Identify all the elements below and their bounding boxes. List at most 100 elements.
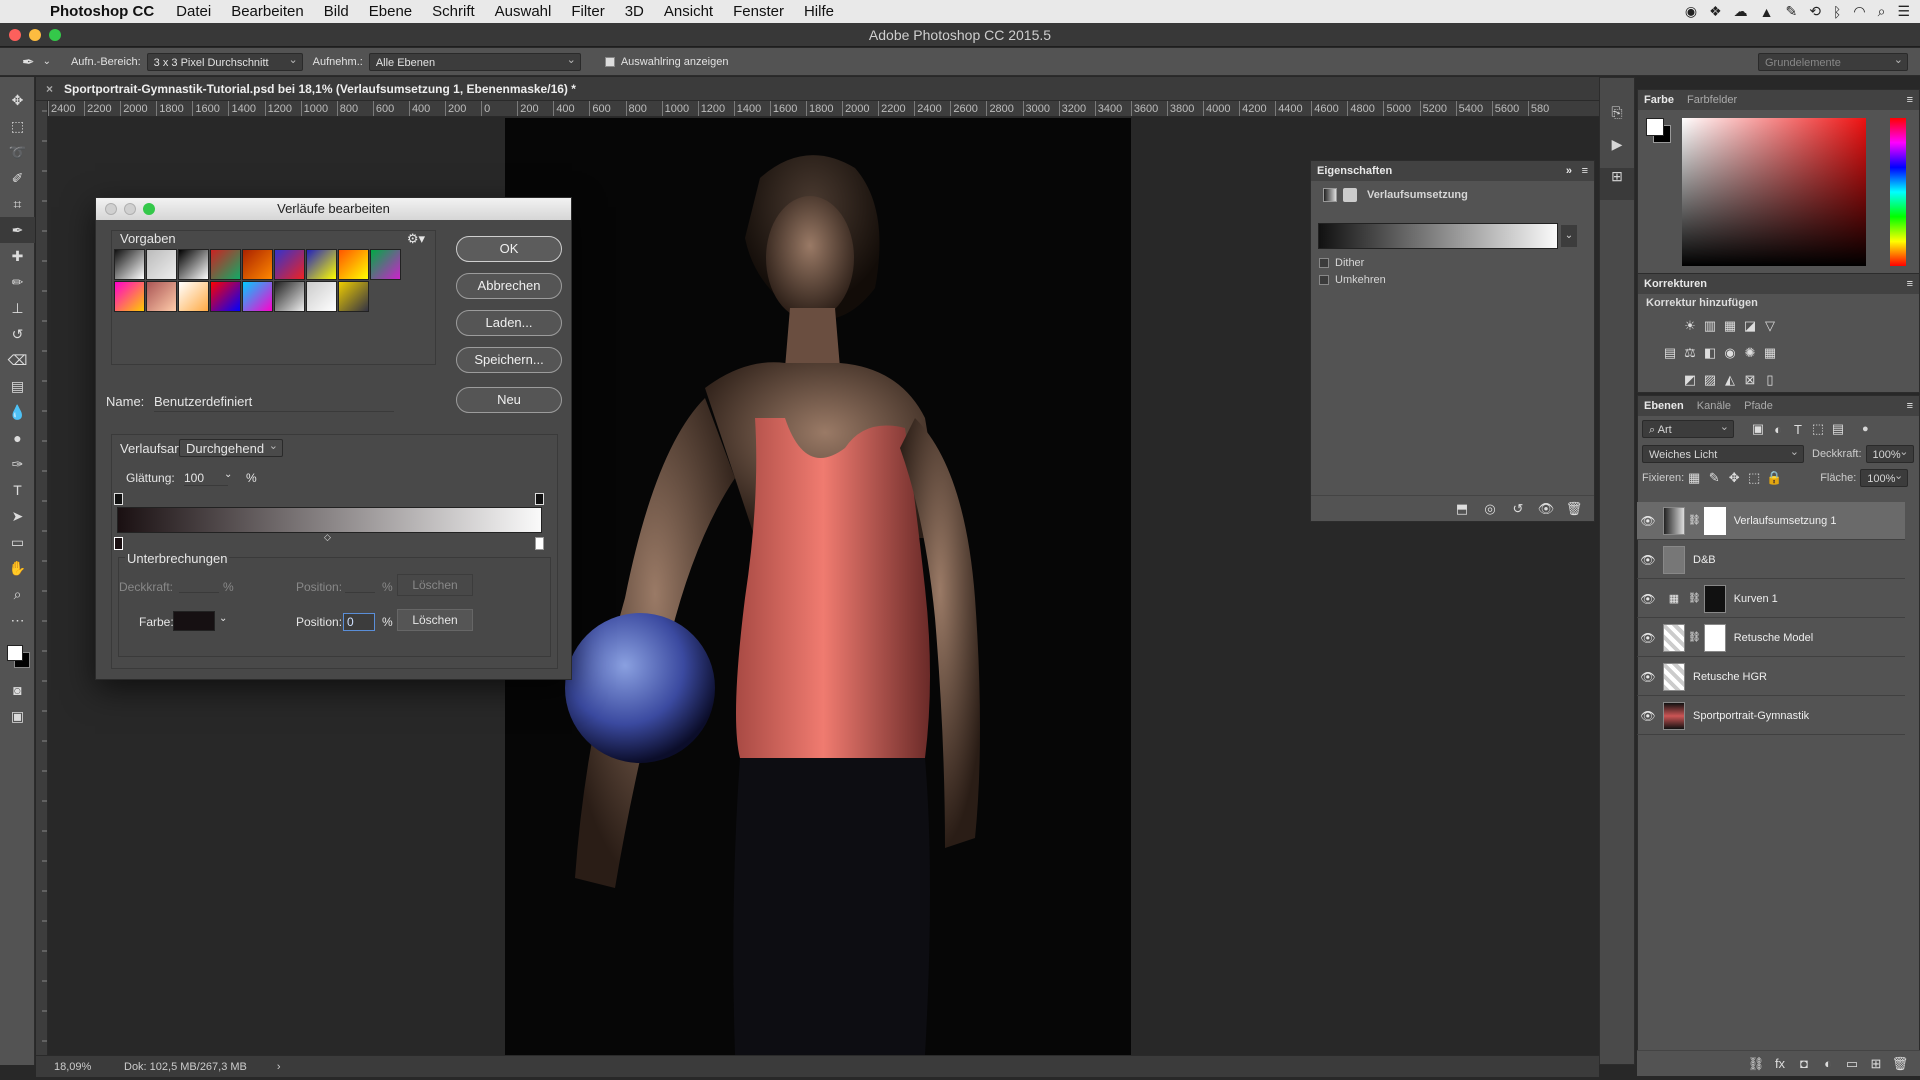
channel-mixer-icon[interactable]: ✺ [1740,340,1760,366]
color-field[interactable] [1682,118,1866,266]
selective-color-icon[interactable]: ⊠ [1740,367,1760,393]
marquee-tool-icon[interactable]: ⬚ [0,113,35,139]
hue-saturation-icon[interactable]: ▤ [1660,340,1680,366]
gradient-preview-bar[interactable] [117,507,542,533]
reverse-checkbox[interactable] [1319,275,1329,286]
gradient-preset-swatch[interactable] [210,249,241,280]
color-balance-icon[interactable]: ⚖ [1680,340,1700,366]
filter-type-icon[interactable]: T [1788,422,1808,437]
document-tab[interactable]: × Sportportrait-Gymnastik-Tutorial.psd b… [36,77,1599,101]
gradient-preset-swatch[interactable] [370,249,401,280]
layer-visibility-eye-icon[interactable]: 👁 [1637,592,1659,606]
delete-opacity-stop-button[interactable]: Löschen [397,574,473,596]
properties-gradient-preview[interactable] [1318,223,1558,249]
gradient-preset-swatch[interactable] [178,281,209,312]
layer-filter-select[interactable]: ⌕ Art [1642,418,1734,438]
quick-mask-icon[interactable]: ◙ [0,677,35,703]
gradient-preset-swatch[interactable] [114,249,145,280]
menu-auswahl[interactable]: Auswahl [495,3,552,20]
gradient-picker-chevron-icon[interactable]: ⌄ [1561,225,1577,247]
cancel-button[interactable]: Abbrechen [456,273,562,299]
exposure-icon[interactable]: ◪ [1740,313,1760,339]
mask-link-icon[interactable]: ⛓ [1688,593,1701,604]
presets-gear-icon[interactable]: ⚙▾ [407,231,425,247]
lock-artboard-icon[interactable]: ⬚ [1744,470,1764,486]
notification-center-icon[interactable]: ☰ [1897,3,1910,20]
gradient-type-select[interactable]: Durchgehend [179,437,283,457]
levels-icon[interactable]: ▥ [1700,313,1720,339]
time-machine-icon[interactable]: ⟲ [1809,3,1821,20]
stop-color-position-input[interactable]: 0 [343,613,375,631]
layer-row-retouch-background[interactable]: 👁 Retusche HGR [1637,658,1905,696]
stop-opacity-position-input[interactable] [345,592,375,593]
dropbox-icon[interactable]: ❖ [1709,3,1722,20]
filter-smart-object-icon[interactable]: ▤ [1828,421,1848,437]
opacity-stop-right[interactable] [535,493,544,505]
ok-button[interactable]: OK [456,236,562,262]
menu-ansicht[interactable]: Ansicht [664,3,713,20]
blend-mode-select[interactable]: Weiches Licht [1642,443,1804,463]
stop-color-swatch[interactable] [173,611,215,631]
workspace-select[interactable]: Grundelemente [1758,51,1908,71]
record-icon[interactable]: ◉ [1685,3,1697,20]
quick-selection-tool-icon[interactable]: ✐ [0,165,35,191]
panel-menu-icon[interactable]: ≡ [1582,161,1588,181]
stop-opacity-input[interactable] [179,592,219,593]
layer-row-dodge-burn[interactable]: 👁 D&B [1637,541,1905,579]
menu-datei[interactable]: Datei [176,3,211,20]
healing-brush-tool-icon[interactable]: ✚ [0,243,35,269]
clip-to-layer-icon[interactable]: ⬒ [1452,501,1472,517]
gradient-preset-swatch[interactable] [114,281,145,312]
brush-tool-icon[interactable]: ✏ [0,269,35,295]
vibrance-icon[interactable]: ▽ [1760,313,1780,339]
rectangle-tool-icon[interactable]: ▭ [0,529,35,555]
status-arrow-icon[interactable]: › [277,1056,281,1077]
tab-paths[interactable]: Pfade [1744,400,1773,412]
tab-swatches[interactable]: Farbfelder [1687,94,1737,106]
midpoint-diamond-icon[interactable]: ◇ [324,532,331,543]
gradient-preset-swatch[interactable] [178,249,209,280]
load-button[interactable]: Laden... [456,310,562,336]
layer-row-retouch-model[interactable]: 👁 ⛓ Retusche Model [1637,619,1905,657]
clone-stamp-tool-icon[interactable]: ⊥ [0,295,35,321]
eraser-tool-icon[interactable]: ⌫ [0,347,35,373]
menu-3d[interactable]: 3D [625,3,644,20]
layer-visibility-eye-icon[interactable]: 👁 [1637,670,1659,684]
bluetooth-icon[interactable]: ᛒ [1833,4,1841,20]
layer-visibility-eye-icon[interactable]: 👁 [1637,514,1659,528]
filter-shape-icon[interactable]: ⬚ [1808,421,1828,437]
hue-slider[interactable] [1890,118,1906,266]
menu-hilfe[interactable]: Hilfe [804,3,834,20]
pen-tool-icon[interactable]: ✑ [0,451,35,477]
photo-filter-icon[interactable]: ◉ [1720,340,1740,366]
adjustments-menu-icon[interactable]: ≡ [1907,274,1913,294]
smoothness-chevron-icon[interactable]: ⌄ [224,469,232,480]
menu-schrift[interactable]: Schrift [432,3,475,20]
gradient-preset-swatch[interactable] [338,281,369,312]
path-selection-tool-icon[interactable]: ➤ [0,503,35,529]
smoothness-input[interactable]: 100 [184,471,228,486]
new-adjustment-icon[interactable]: ◐ [1818,1056,1838,1071]
threshold-icon[interactable]: ◭ [1720,367,1740,393]
eyedropper-tool-preset-icon[interactable]: ✒ [22,53,35,71]
view-previous-state-icon[interactable]: ◎ [1480,501,1500,517]
fill-input[interactable]: 100% [1860,467,1909,487]
close-document-icon[interactable]: × [46,77,53,101]
menu-ebene[interactable]: Ebene [369,3,412,20]
dialog-zoom-icon[interactable] [143,203,155,215]
black-white-icon[interactable]: ◧ [1700,340,1720,366]
layer-mask-thumbnail[interactable] [1703,506,1726,535]
lock-transparent-icon[interactable]: ▦ [1684,470,1704,486]
layer-row-curves[interactable]: 👁 ▦ ⛓ Kurven 1 [1637,580,1905,618]
new-layer-icon[interactable]: ⊞ [1866,1056,1886,1072]
gradient-preset-swatch[interactable] [274,281,305,312]
filter-adjustment-icon[interactable]: ◐ [1768,422,1788,437]
crop-tool-icon[interactable]: ⌗ [0,191,35,217]
close-window-icon[interactable] [9,29,21,41]
zoom-level[interactable]: 18,09% [54,1056,114,1077]
layer-visibility-eye-icon[interactable]: 👁 [1637,553,1659,567]
filter-pixel-icon[interactable]: ▣ [1748,421,1768,437]
gradient-preset-swatch[interactable] [242,249,273,280]
dialog-minimize-icon[interactable] [124,203,136,215]
history-brush-tool-icon[interactable]: ↺ [0,321,35,347]
